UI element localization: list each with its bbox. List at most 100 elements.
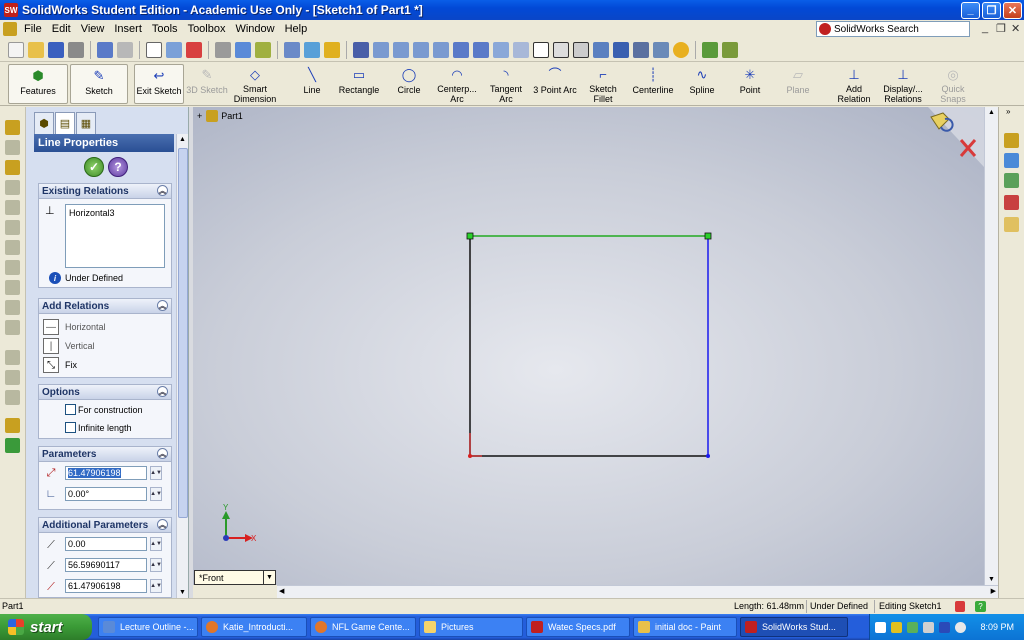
menu-edit[interactable]: Edit [47,23,76,35]
hidden-lines-removed-icon[interactable] [573,41,589,58]
status-help-icon[interactable]: ? [975,601,986,612]
search-results-icon[interactable] [1004,195,1019,210]
relation-item[interactable]: Horizontal3 [69,208,161,218]
display-style-icon[interactable] [513,41,529,58]
menu-help[interactable]: Help [280,23,313,35]
start-button[interactable]: start [0,614,92,640]
solidworks-app-icon[interactable]: SW [4,3,18,17]
rebuild-icon[interactable] [166,41,182,58]
circular-pattern-icon[interactable] [5,370,20,385]
menu-toolbox[interactable]: Toolbox [183,23,231,35]
3-point-arc-button[interactable]: ⌒ 3 Point Arc [532,64,578,104]
print-icon[interactable] [68,41,84,58]
view-orientation-icon[interactable] [353,41,369,58]
scrollbar-thumb[interactable] [178,148,188,518]
view-settings-icon[interactable] [653,41,669,58]
sketch-tab-button[interactable]: ✎ Sketch [70,64,128,104]
collapse-icon[interactable]: ︽ [157,519,168,530]
features-tab-button[interactable]: ⬢ Features [8,64,68,104]
horizontal-scrollbar[interactable]: ◀ ▶ [277,585,998,598]
collapse-icon[interactable]: ︽ [157,448,168,459]
vertical-scrollbar[interactable]: ▲ ▼ [984,107,998,585]
linear-pattern-icon[interactable] [5,350,20,365]
sketch-canvas[interactable]: Y X [193,107,998,585]
undo-icon[interactable] [97,41,113,58]
propertymanager-tab-icon[interactable]: ▤ [55,112,75,134]
start-y-input[interactable]: 56.59690117 [65,558,147,572]
centerpoint-arc-button[interactable]: ◠ Centerp... Arc [434,64,480,105]
line-button[interactable]: ╲ Line [292,64,332,104]
parameters-header[interactable]: Parameters ︽ [39,447,171,462]
scroll-down-icon[interactable]: ▼ [179,589,186,596]
infinite-length-option[interactable]: Infinite length [65,422,132,433]
help-tray-icon[interactable] [875,621,886,633]
for-construction-option[interactable]: For construction [65,404,143,415]
end-x-spinner[interactable]: ▲▼ [150,579,162,593]
mirror-icon[interactable] [5,390,20,405]
menu-insert[interactable]: Insert [109,23,147,35]
task-pane-expand-icon[interactable]: » [1006,107,1010,116]
existing-relations-list[interactable]: Horizontal3 [65,204,165,268]
search-input[interactable]: SolidWorks Search [816,21,970,37]
add-relation-button[interactable]: ⊥ Add Relation [832,64,876,105]
length-spinner[interactable]: ▲▼ [150,466,162,480]
section-view-icon[interactable] [633,41,649,58]
restore-button[interactable]: ❐ [982,1,1001,19]
view-palette-icon[interactable] [1004,217,1019,232]
appearance-icon[interactable] [673,41,689,58]
doc-close-button[interactable]: ✕ [1011,22,1020,35]
quick-snaps-button[interactable]: ◎ Quick Snaps [934,64,972,105]
close-button[interactable]: ✕ [1003,1,1022,19]
display-relations-button[interactable]: ⊥ Display/... Relations [878,64,928,105]
length-input[interactable]: 61.47906198 [65,466,147,480]
collapse-icon[interactable]: ︽ [157,185,168,196]
menu-file[interactable]: File [19,23,47,35]
search-tray-icon[interactable] [955,621,966,633]
centerline-button[interactable]: ┊ Centerline [630,64,676,104]
scroll-left-icon[interactable]: ◀ [279,587,284,595]
menu-tools[interactable]: Tools [147,23,183,35]
photo-icon[interactable] [235,41,251,58]
design-library-icon[interactable] [1004,153,1019,168]
fillet-icon[interactable] [5,240,20,255]
zoom-fit-icon[interactable] [373,41,389,58]
bluetooth-tray-icon[interactable] [939,621,950,633]
view-orientation-tab[interactable]: *Front ▼ [194,570,276,585]
taskbar-item[interactable]: Lecture Outline -... [98,617,198,637]
macro-icon[interactable] [702,41,718,58]
taskbar-item[interactable]: NFL Game Cente... [310,617,416,637]
doc-restore-button[interactable]: ❐ [996,22,1006,35]
for-construction-checkbox[interactable] [65,404,76,415]
scroll-down-icon[interactable]: ▼ [988,576,995,583]
start-y-spinner[interactable]: ▲▼ [150,558,162,572]
add-relations-header[interactable]: Add Relations ︽ [39,299,171,314]
rectangle-button[interactable]: ▭ Rectangle [336,64,382,104]
line-endpoint-handle[interactable] [466,232,474,240]
3d-sketch-button[interactable]: ✎ 3D Sketch [186,64,228,104]
taskbar-item-active[interactable]: SolidWorks Stud... [740,617,848,637]
angle-spinner[interactable]: ▲▼ [150,487,162,501]
wireframe-icon[interactable] [533,41,549,58]
extruded-cut-icon[interactable] [5,200,20,215]
revolved-boss-icon[interactable] [5,140,20,155]
zoom-area-icon[interactable] [393,41,409,58]
point-button[interactable]: ✳ Point [732,64,768,104]
zoom-in-out-icon[interactable] [413,41,429,58]
draft-icon[interactable] [5,320,20,335]
end-x-input[interactable]: 61.47906198 [65,579,147,593]
rebuild-status-icon[interactable] [955,601,965,612]
horizontal-relation-button[interactable]: — Horizontal [43,319,106,335]
graphics-area[interactable]: + Part1 Y X [193,107,998,585]
window-tile-icon[interactable] [284,41,300,58]
file-explorer-icon[interactable] [1004,173,1019,188]
help-icon[interactable] [324,41,340,58]
collapse-icon[interactable]: ︽ [157,386,168,397]
additional-parameters-header[interactable]: Additional Parameters ︽ [39,518,171,533]
featuremanager-tab-icon[interactable]: ⬢ [34,112,54,134]
angle-input[interactable]: 0.00° [65,487,147,501]
rib-icon[interactable] [5,280,20,295]
doc-minimize-button[interactable]: _ [982,22,988,34]
plane-button[interactable]: ▱ Plane [780,64,816,104]
collapse-icon[interactable]: ︽ [157,300,168,311]
start-x-spinner[interactable]: ▲▼ [150,537,162,551]
